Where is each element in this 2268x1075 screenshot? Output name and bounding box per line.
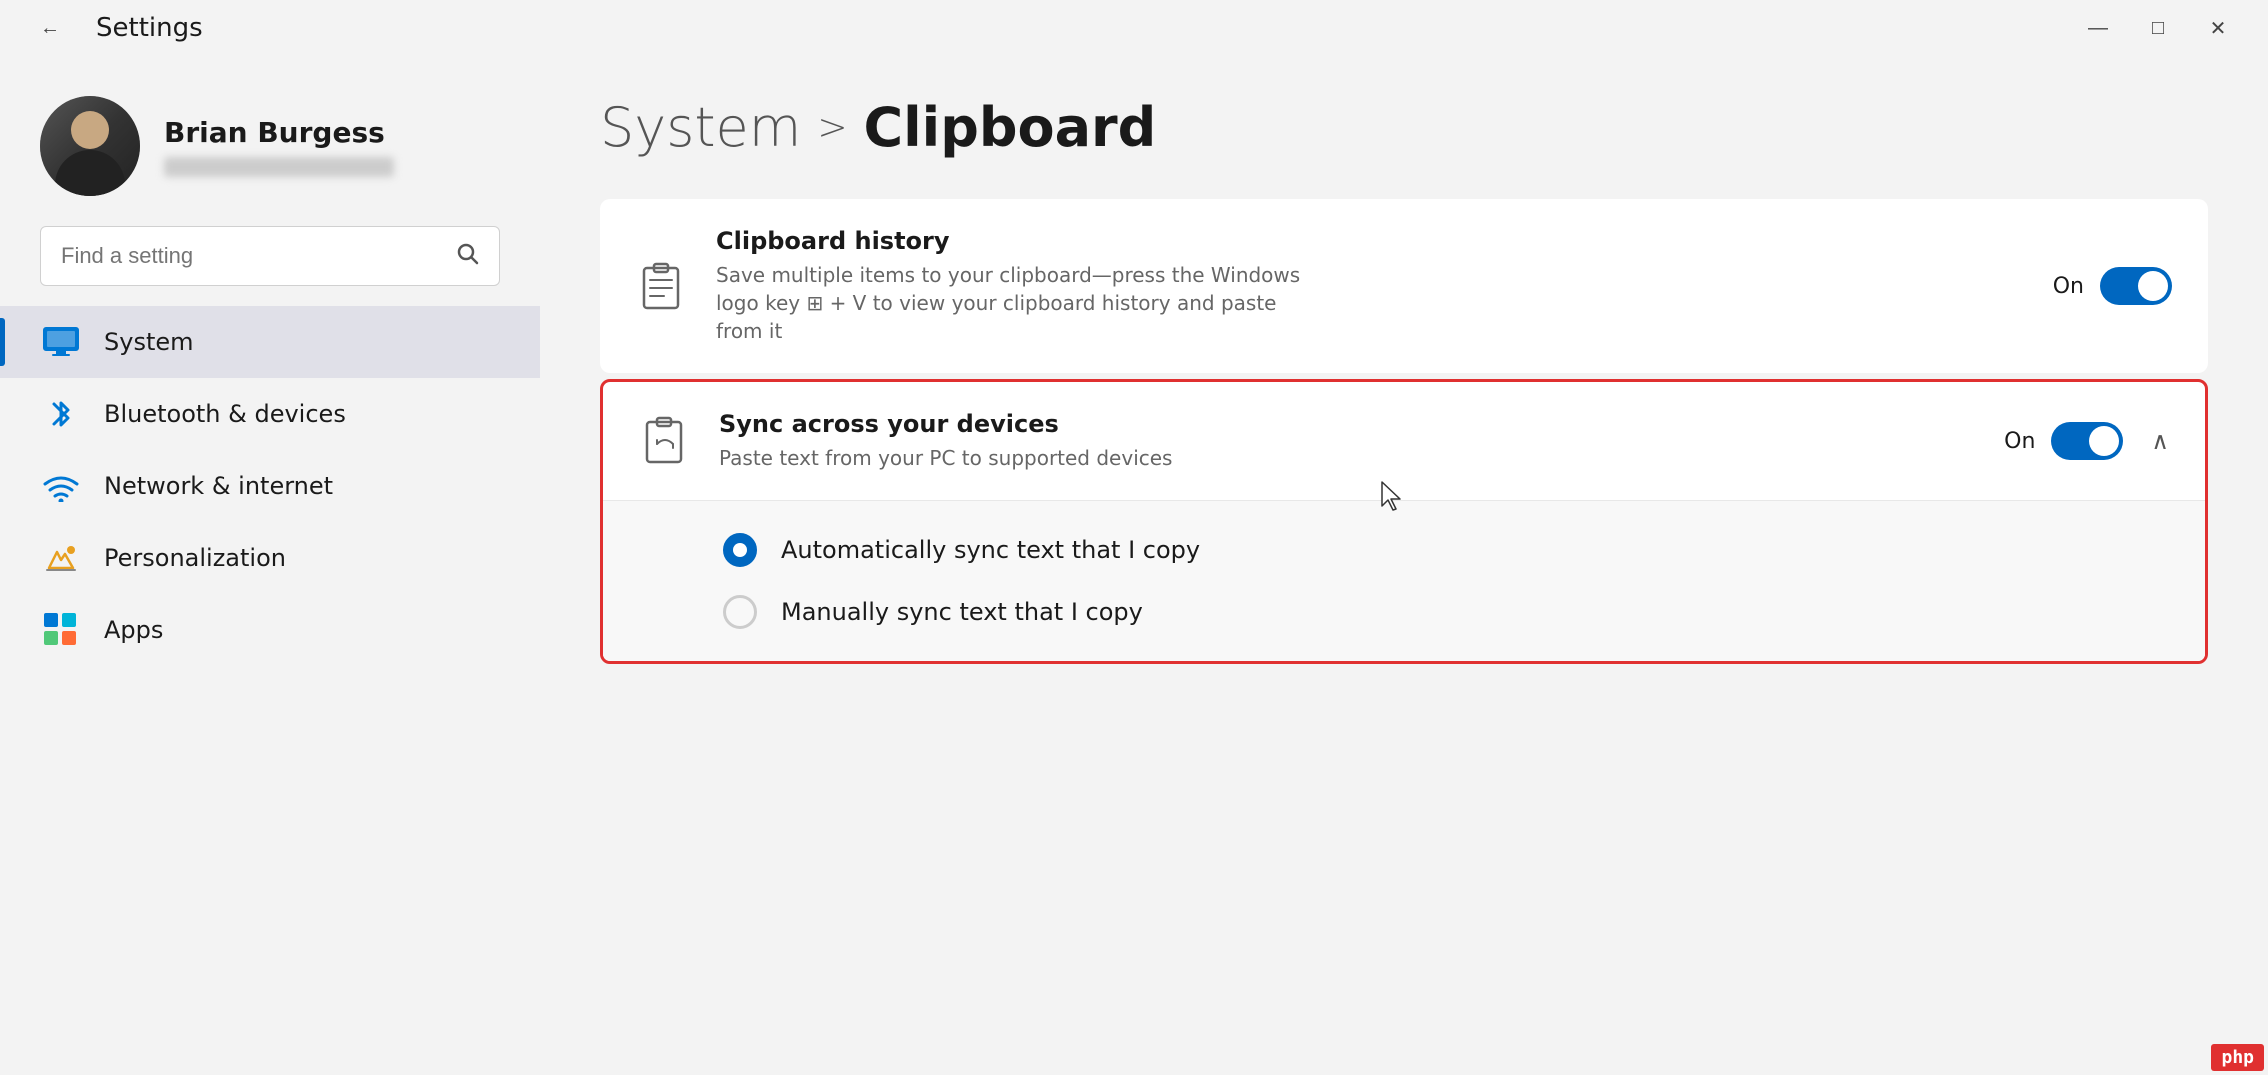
sidebar-item-label-system: System: [104, 328, 194, 356]
sync-devices-toggle[interactable]: [2051, 422, 2123, 460]
sync-devices-desc: Paste text from your PC to supported dev…: [719, 444, 1319, 472]
wifi-icon: [40, 465, 82, 507]
sync-expanded-options: Automatically sync text that I copy Manu…: [603, 500, 2205, 661]
sync-devices-row: Sync across your devices Paste text from…: [603, 382, 2205, 500]
avatar-image: [40, 96, 140, 196]
back-button[interactable]: ←: [20, 8, 80, 48]
search-input[interactable]: [61, 243, 443, 269]
close-button[interactable]: ✕: [2188, 8, 2248, 48]
titlebar-controls: — □ ✕: [2068, 8, 2248, 48]
sync-devices-card: Sync across your devices Paste text from…: [600, 379, 2208, 664]
system-icon: [40, 321, 82, 363]
sidebar-item-system[interactable]: System: [0, 306, 540, 378]
sync-devices-icon: [639, 415, 691, 467]
search-container: [0, 226, 540, 306]
sidebar-item-label-apps: Apps: [104, 616, 163, 644]
clipboard-history-desc: Save multiple items to your clipboard—pr…: [716, 261, 1316, 345]
maximize-button[interactable]: □: [2128, 8, 2188, 48]
user-profile: Brian Burgess: [0, 76, 540, 226]
sidebar-item-label-personalization: Personalization: [104, 544, 286, 572]
user-info: Brian Burgess: [164, 116, 394, 177]
expand-chevron-icon[interactable]: ∧: [2151, 427, 2169, 455]
radio-manual-sync-label: Manually sync text that I copy: [781, 598, 1143, 626]
clipboard-history-row: Clipboard history Save multiple items to…: [600, 199, 2208, 373]
radio-manual-sync[interactable]: Manually sync text that I copy: [723, 595, 2085, 629]
app-container: Brian Burgess: [0, 56, 2268, 1075]
apps-icon: [40, 609, 82, 651]
clipboard-history-card: Clipboard history Save multiple items to…: [600, 199, 2208, 373]
user-name: Brian Burgess: [164, 116, 394, 149]
avatar: [40, 96, 140, 196]
radio-auto-sync-label: Automatically sync text that I copy: [781, 536, 1200, 564]
php-badge: php: [2211, 1044, 2264, 1071]
sidebar-item-apps[interactable]: Apps: [0, 594, 540, 666]
clipboard-history-control: On: [2053, 267, 2172, 305]
sync-devices-control: On ∧: [2004, 422, 2169, 460]
search-box[interactable]: [40, 226, 500, 286]
sidebar-item-network[interactable]: Network & internet: [0, 450, 540, 522]
sidebar-item-label-bluetooth: Bluetooth & devices: [104, 400, 346, 428]
avatar-body: [55, 150, 125, 196]
sidebar-nav: System Bluetooth & devices: [0, 306, 540, 666]
personalization-icon: [40, 537, 82, 579]
user-email-blurred: [164, 157, 394, 177]
sidebar-item-bluetooth[interactable]: Bluetooth & devices: [0, 378, 540, 450]
app-title: Settings: [96, 13, 203, 43]
toggle-thumb: [2138, 271, 2168, 301]
breadcrumb-parent: System: [600, 96, 801, 159]
titlebar: ← Settings — □ ✕: [0, 0, 2268, 56]
toggle-thumb-sync: [2089, 426, 2119, 456]
clipboard-history-icon: [636, 260, 688, 312]
radio-auto-sync-circle: [723, 533, 757, 567]
sync-devices-state: On: [2004, 429, 2035, 454]
bluetooth-icon: [40, 393, 82, 435]
sidebar-item-personalization[interactable]: Personalization: [0, 522, 540, 594]
radio-manual-sync-circle: [723, 595, 757, 629]
sidebar: Brian Burgess: [0, 56, 540, 1075]
sidebar-item-label-network: Network & internet: [104, 472, 333, 500]
main-content: System > Clipboard Clipboard history: [540, 56, 2268, 1075]
page-heading: System > Clipboard: [600, 96, 2208, 159]
clipboard-history-text: Clipboard history Save multiple items to…: [716, 227, 2025, 345]
avatar-head: [71, 111, 109, 149]
breadcrumb-chevron: >: [817, 107, 847, 148]
titlebar-left: ← Settings: [20, 8, 203, 48]
search-icon: [455, 241, 479, 271]
clipboard-history-title: Clipboard history: [716, 227, 2025, 255]
radio-auto-sync[interactable]: Automatically sync text that I copy: [723, 533, 2085, 567]
sync-devices-text: Sync across your devices Paste text from…: [719, 410, 1976, 472]
page-title: Clipboard: [864, 96, 1157, 159]
clipboard-history-toggle[interactable]: [2100, 267, 2172, 305]
minimize-button[interactable]: —: [2068, 8, 2128, 48]
sync-devices-title: Sync across your devices: [719, 410, 1976, 438]
clipboard-history-state: On: [2053, 274, 2084, 299]
